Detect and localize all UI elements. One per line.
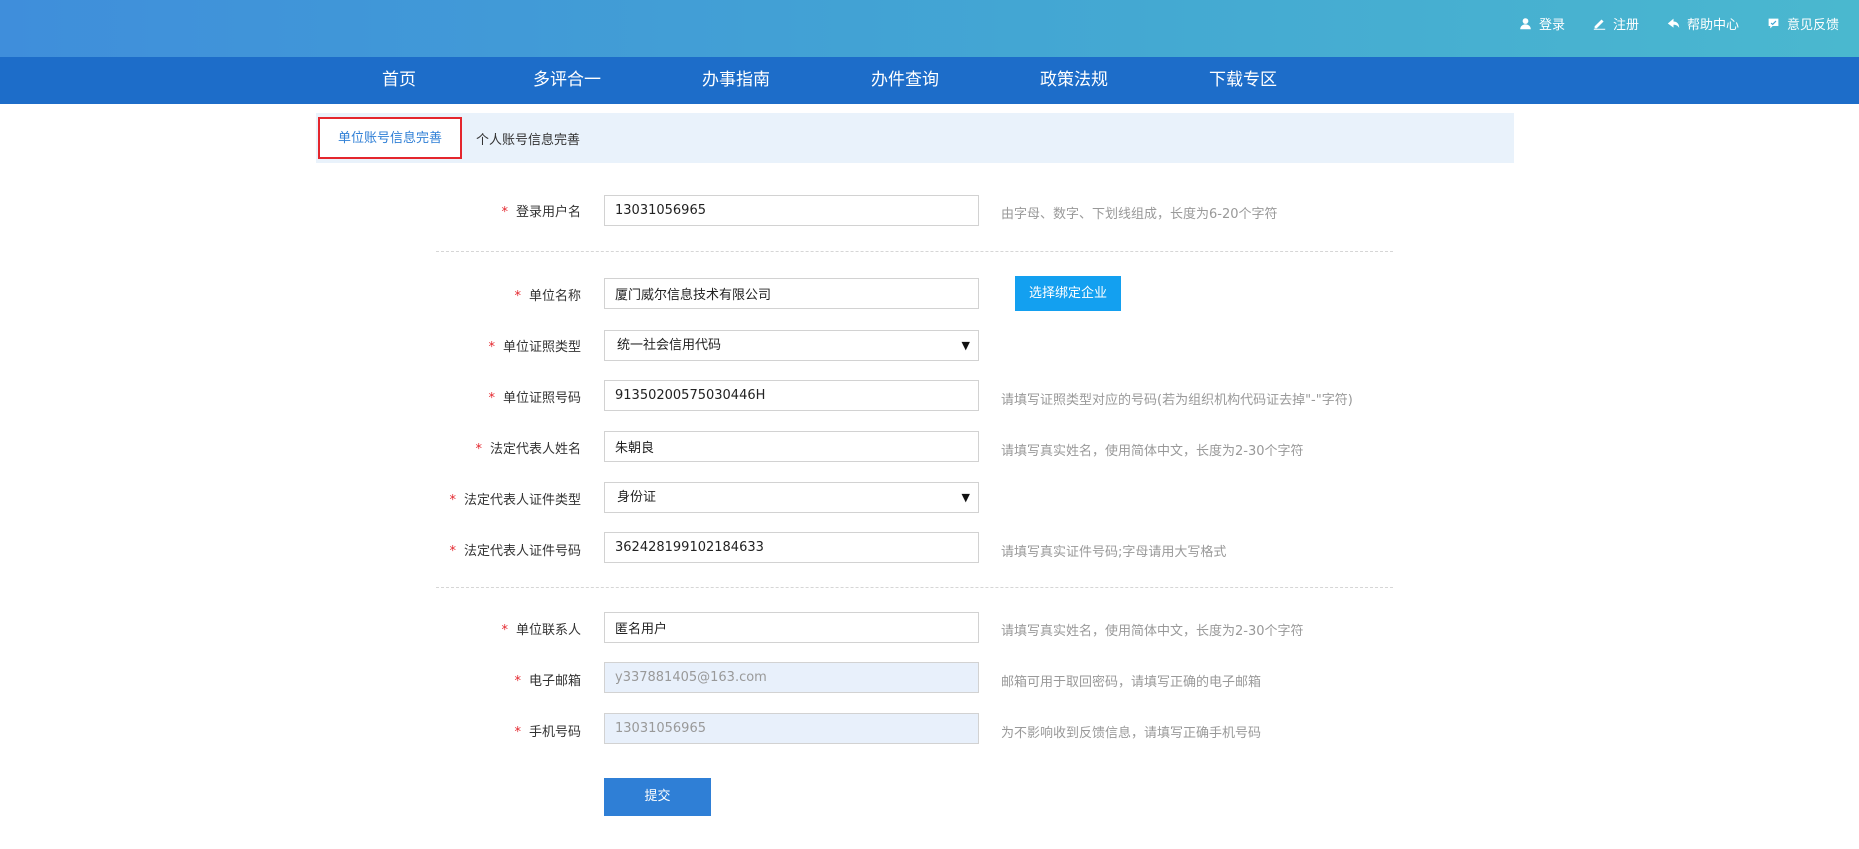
nav-home[interactable]: 首页	[382, 57, 416, 104]
username-hint: 由字母、数字、下划线组成，长度为6-20个字符	[1001, 207, 1278, 222]
nav-case-query[interactable]: 办件查询	[871, 57, 939, 104]
email-label: * 电子邮箱	[300, 670, 581, 689]
feedback-link-label: 意见反馈	[1786, 18, 1839, 33]
required-mark: *	[449, 493, 456, 508]
required-mark: *	[449, 544, 456, 559]
legal-id-number-hint: 请填写真实证件号码;字母请用大写格式	[1001, 545, 1227, 560]
contact-label-text: 单位联系人	[515, 623, 581, 638]
nav-multi-assessment[interactable]: 多评合一	[533, 57, 601, 104]
user-icon	[1520, 18, 1531, 30]
company-name-label: * 单位名称	[300, 285, 581, 304]
license-type-label: * 单位证照类型	[300, 336, 581, 355]
section-divider	[436, 251, 1393, 252]
legal-name-hint: 请填写真实姓名，使用简体中文，长度为2-30个字符	[1001, 444, 1304, 459]
register-link-label: 注册	[1612, 18, 1639, 33]
pencil-icon	[1593, 19, 1606, 30]
tab-unit-account[interactable]: 单位账号信息完善	[318, 117, 462, 159]
mobile-input	[604, 713, 979, 744]
email-input	[604, 662, 979, 693]
help-center-link[interactable]: 帮助中心	[1667, 14, 1739, 33]
legal-id-type-select[interactable]: 身份证 ▼	[604, 482, 979, 513]
legal-id-number-input[interactable]	[604, 532, 979, 563]
bind-company-button[interactable]: 选择绑定企业	[1015, 276, 1121, 311]
license-number-input[interactable]	[604, 380, 979, 411]
nav-service-guide[interactable]: 办事指南	[702, 57, 770, 104]
license-number-label: * 单位证照号码	[300, 387, 581, 406]
contact-hint: 请填写真实姓名，使用简体中文，长度为2-30个字符	[1001, 624, 1304, 639]
required-mark: *	[514, 674, 521, 689]
feedback-link[interactable]: 意见反馈	[1767, 14, 1839, 33]
login-link[interactable]: 登录	[1519, 14, 1565, 33]
legal-id-type-label: * 法定代表人证件类型	[300, 489, 581, 508]
register-link[interactable]: 注册	[1593, 14, 1639, 33]
email-hint: 邮箱可用于取回密码，请填写正确的电子邮箱	[1001, 675, 1262, 690]
username-input[interactable]	[604, 195, 979, 226]
required-mark: *	[514, 725, 521, 740]
chevron-down-icon: ▼	[961, 339, 970, 352]
required-mark: *	[475, 442, 482, 457]
contact-input[interactable]	[604, 612, 979, 643]
legal-id-number-label: * 法定代表人证件号码	[300, 540, 581, 559]
legal-name-label-text: 法定代表人姓名	[489, 442, 581, 457]
company-name-label-text: 单位名称	[528, 289, 581, 304]
required-mark: *	[501, 205, 508, 220]
help-center-link-label: 帮助中心	[1686, 18, 1739, 33]
main-nav: 首页 多评合一 办事指南 办件查询 政策法规 下载专区	[0, 57, 1859, 104]
username-label-text: 登录用户名	[515, 205, 581, 220]
required-mark: *	[488, 340, 495, 355]
help-arrow-icon	[1667, 18, 1680, 28]
legal-id-type-value: 身份证	[617, 490, 657, 505]
nav-downloads[interactable]: 下载专区	[1209, 57, 1277, 104]
company-name-input[interactable]	[604, 278, 979, 309]
account-tabs: 单位账号信息完善 个人账号信息完善	[316, 113, 1514, 163]
submit-button[interactable]: 提交	[604, 778, 711, 816]
legal-id-type-label-text: 法定代表人证件类型	[463, 493, 581, 508]
required-mark: *	[488, 391, 495, 406]
login-link-label: 登录	[1538, 18, 1565, 33]
email-label-text: 电子邮箱	[528, 674, 581, 689]
license-number-label-text: 单位证照号码	[502, 391, 581, 406]
contact-label: * 单位联系人	[300, 619, 581, 638]
top-links: 登录 注册 帮助中心 意见反馈	[1519, 14, 1839, 33]
top-header: 登录 注册 帮助中心 意见反馈	[0, 0, 1859, 57]
license-type-value: 统一社会信用代码	[617, 338, 722, 353]
license-type-select[interactable]: 统一社会信用代码 ▼	[604, 330, 979, 361]
chevron-down-icon: ▼	[961, 491, 970, 504]
required-mark: *	[514, 289, 521, 304]
mobile-hint: 为不影响收到反馈信息，请填写正确手机号码	[1001, 726, 1262, 741]
legal-name-input[interactable]	[604, 431, 979, 462]
username-label: * 登录用户名	[300, 201, 581, 220]
legal-name-label: * 法定代表人姓名	[300, 438, 581, 457]
feedback-icon	[1768, 18, 1779, 29]
section-divider	[436, 587, 1393, 588]
required-mark: *	[501, 623, 508, 638]
license-number-hint: 请填写证照类型对应的号码(若为组织机构代码证去掉"-"字符)	[1001, 393, 1353, 408]
nav-policy[interactable]: 政策法规	[1040, 57, 1108, 104]
legal-id-number-label-text: 法定代表人证件号码	[463, 544, 581, 559]
mobile-label: * 手机号码	[300, 721, 581, 740]
license-type-label-text: 单位证照类型	[502, 340, 581, 355]
mobile-label-text: 手机号码	[528, 725, 581, 740]
tab-personal-account[interactable]: 个人账号信息完善	[476, 113, 580, 163]
